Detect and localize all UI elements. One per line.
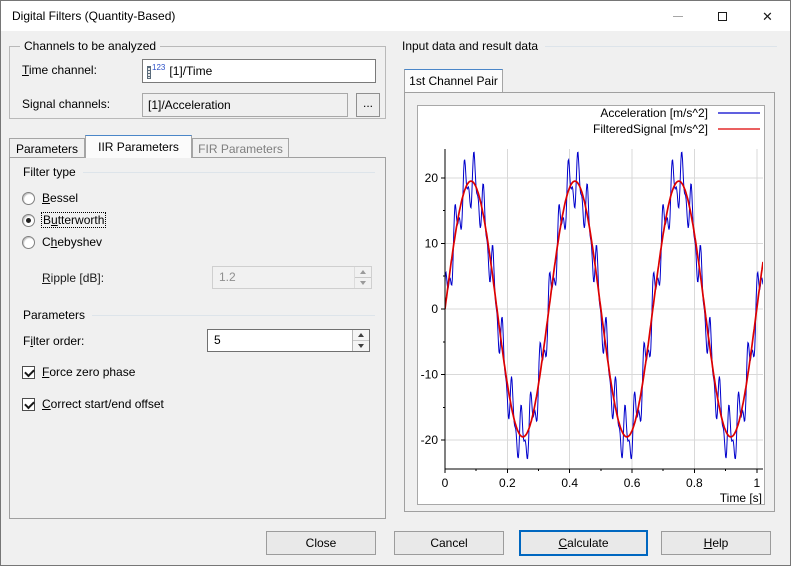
- tab-fir-parameters: FIR Parameters: [192, 138, 289, 158]
- svg-text:Time [s]: Time [s]: [720, 491, 762, 504]
- minimize-button: [655, 1, 700, 31]
- ripple-value: 1.2: [219, 270, 236, 284]
- time-channel-label: Time channel:: [22, 63, 97, 77]
- result-group-title: Input data and result data: [402, 39, 539, 53]
- filter-type-title: Filter type: [23, 165, 76, 179]
- digital-filters-dialog: Digital Filters (Quantity-Based) ✕ Chann…: [0, 0, 791, 566]
- tab-parameters[interactable]: Parameters: [9, 138, 85, 158]
- cancel-button[interactable]: Cancel: [394, 531, 504, 555]
- svg-text:-10: -10: [421, 368, 439, 382]
- filter-order-spin-down[interactable]: [353, 341, 369, 351]
- time-channel-input[interactable]: 123 [1]/Time: [142, 59, 376, 83]
- signal-channels-value: [1]/Acceleration: [148, 98, 231, 112]
- result-panel: -20 -10 0 10 20 0 0.2 0.4 0.6 0.8 1 Time [s] Acceler…: [404, 92, 775, 512]
- force-zero-phase-label[interactable]: Force zero phase: [42, 365, 135, 379]
- iir-parameters-panel: Filter type Bessel Butterworth Chebyshev…: [9, 157, 386, 519]
- svg-text:FilteredSignal [m/s^2]: FilteredSignal [m/s^2]: [593, 122, 708, 136]
- svg-text:0.8: 0.8: [686, 476, 703, 490]
- ripple-spin-up: [355, 267, 371, 278]
- channels-groupbox: Channels to be analyzed Time channel: 12…: [9, 39, 386, 119]
- svg-text:0: 0: [442, 476, 449, 490]
- svg-text:Acceleration [m/s^2]: Acceleration [m/s^2]: [600, 106, 708, 120]
- svg-text:0.2: 0.2: [499, 476, 516, 490]
- filter-order-spinbox[interactable]: 5: [207, 329, 370, 352]
- radio-chebyshev[interactable]: [22, 236, 35, 249]
- chart-canvas: -20 -10 0 10 20 0 0.2 0.4 0.6 0.8 1Time [s] Acceler…: [421, 106, 763, 505]
- close-window-button[interactable]: ✕: [745, 1, 790, 31]
- radio-chebyshev-label[interactable]: Chebyshev: [42, 235, 102, 249]
- ripple-label: Ripple [dB]:: [42, 271, 105, 285]
- help-button[interactable]: Help: [661, 531, 771, 555]
- filter-order-spin-up[interactable]: [353, 330, 369, 341]
- parameters-title: Parameters: [23, 308, 86, 322]
- calculate-button[interactable]: Calculate: [519, 530, 648, 556]
- title-bar: Digital Filters (Quantity-Based) ✕: [1, 1, 790, 31]
- svg-text:0: 0: [431, 302, 438, 316]
- filter-order-value: 5: [214, 333, 221, 347]
- tab-first-channel-pair[interactable]: 1st Channel Pair: [404, 69, 503, 92]
- svg-text:0.6: 0.6: [624, 476, 641, 490]
- result-chart-frame: -20 -10 0 10 20 0 0.2 0.4 0.6 0.8 1 Time [s] Acceler…: [417, 105, 765, 505]
- svg-text:-20: -20: [421, 433, 439, 447]
- filter-order-spin-buttons: [352, 330, 369, 351]
- correct-offset-checkbox[interactable]: [22, 398, 35, 411]
- browse-channels-button[interactable]: ...: [356, 93, 380, 117]
- ripple-spinbox: 1.2: [212, 266, 372, 289]
- maximize-button[interactable]: [700, 1, 745, 31]
- tab-iir-parameters[interactable]: IIR Parameters: [85, 135, 192, 158]
- channels-group-title: Channels to be analyzed: [20, 39, 161, 53]
- window-title: Digital Filters (Quantity-Based): [12, 9, 176, 23]
- radio-butterworth[interactable]: [22, 214, 35, 227]
- svg-text:1: 1: [753, 476, 760, 490]
- maximize-icon: [718, 11, 727, 21]
- radio-butterworth-label[interactable]: Butterworth: [40, 212, 107, 228]
- radio-bessel-label[interactable]: Bessel: [42, 191, 78, 205]
- parameters-heading: Parameters: [23, 308, 375, 322]
- svg-text:10: 10: [425, 236, 439, 250]
- filter-order-label: Filter order:: [23, 334, 85, 348]
- window-controls: ✕: [655, 1, 790, 31]
- signal-channels-label: Signal channels:: [22, 97, 111, 111]
- svg-text:20: 20: [425, 171, 439, 185]
- time-channel-value: [1]/Time: [169, 64, 213, 78]
- result-group-heading: Input data and result data: [402, 39, 777, 53]
- correct-offset-label[interactable]: Correct start/end offset: [42, 397, 164, 411]
- svg-text:0.4: 0.4: [561, 476, 578, 490]
- numeric-ruler-123-icon: 123: [147, 63, 165, 79]
- force-zero-phase-checkbox[interactable]: [22, 366, 35, 379]
- ripple-spin-down: [355, 278, 371, 288]
- signal-channels-field: [1]/Acceleration: [142, 93, 348, 117]
- minimize-icon: [672, 15, 683, 17]
- close-button[interactable]: Close: [266, 531, 376, 555]
- filter-type-heading: Filter type: [23, 165, 375, 179]
- ripple-spin-buttons: [354, 267, 371, 288]
- radio-bessel[interactable]: [22, 192, 35, 205]
- close-icon: ✕: [762, 8, 773, 24]
